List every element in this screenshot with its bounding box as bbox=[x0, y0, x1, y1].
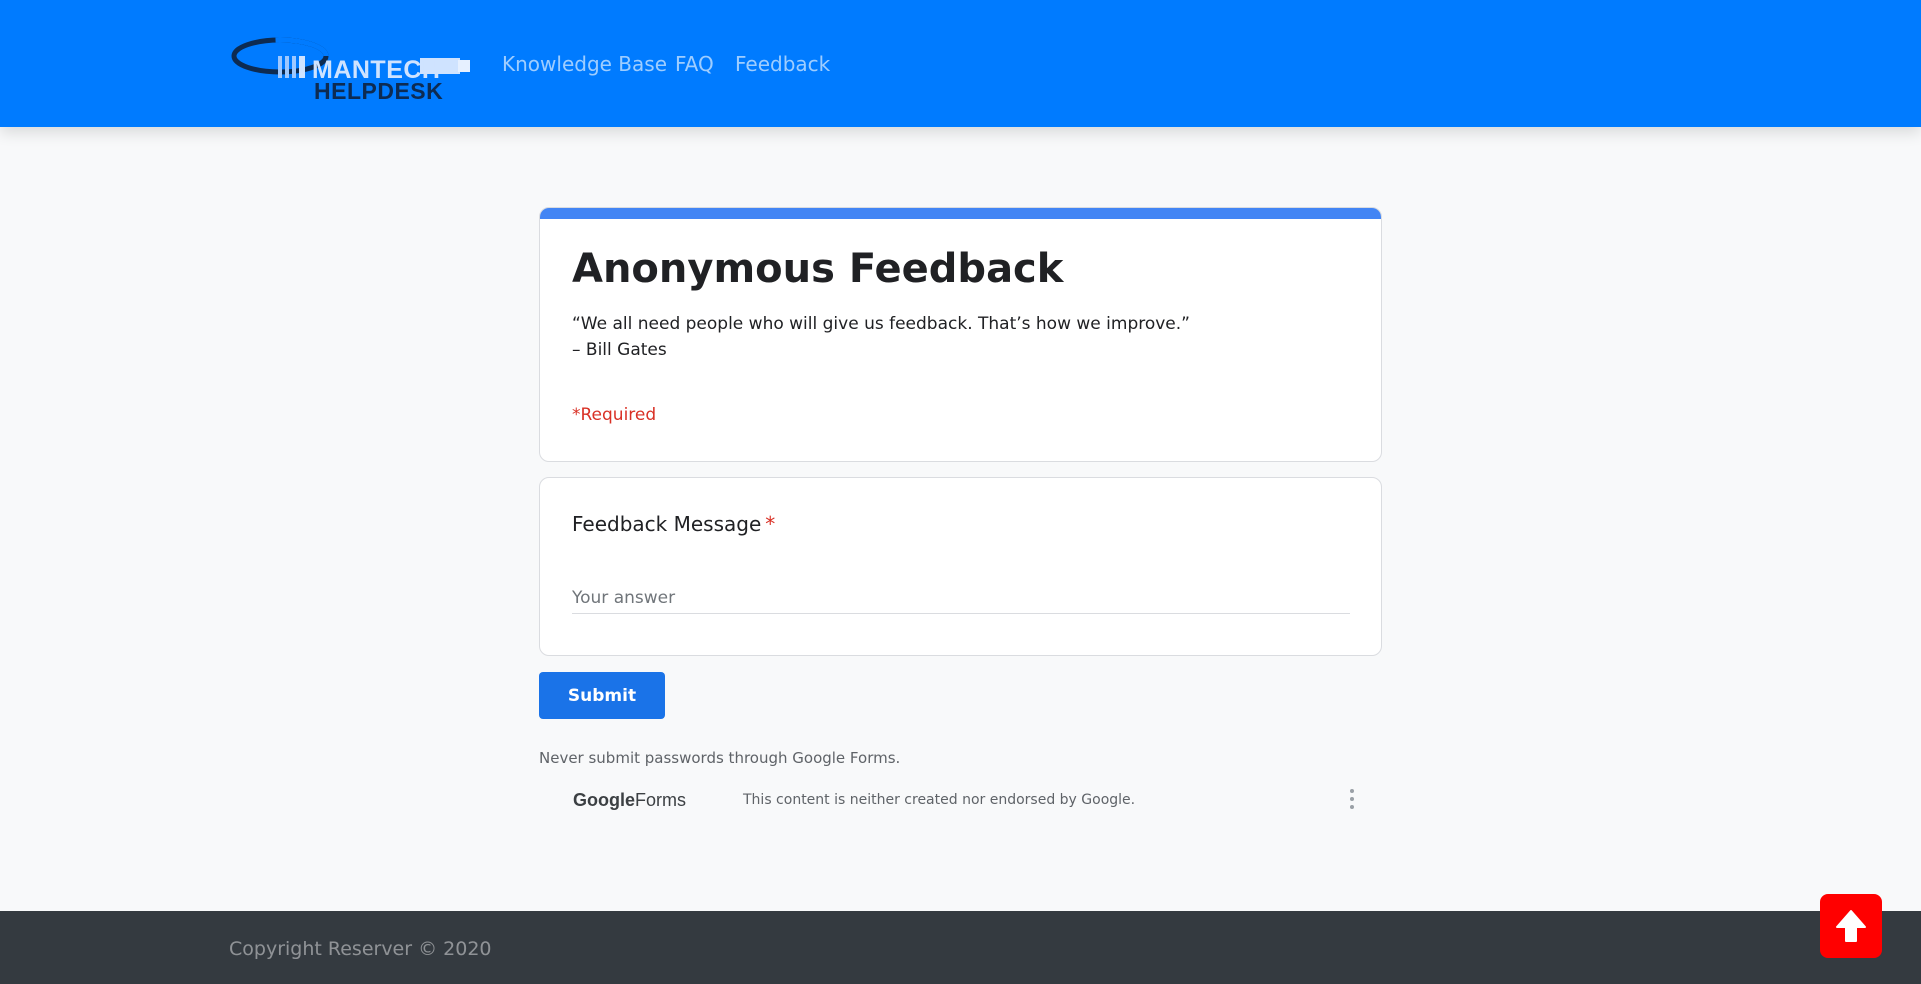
brand-logo-link[interactable]: MANTECH HELPDESK bbox=[230, 28, 472, 104]
password-disclaimer: Never submit passwords through Google Fo… bbox=[539, 749, 901, 767]
form-quote: “We all need people who will give us fee… bbox=[572, 314, 1190, 334]
form-title: Anonymous Feedback bbox=[572, 246, 1064, 292]
required-note: *Required bbox=[572, 405, 657, 425]
form-quote-author: – Bill Gates bbox=[572, 340, 667, 360]
form-description: “We all need people who will give us fee… bbox=[572, 311, 1190, 363]
nav-link-knowledge-base[interactable]: Knowledge Base bbox=[502, 52, 667, 76]
nav-link-feedback[interactable]: Feedback bbox=[735, 52, 830, 76]
arrow-up-icon bbox=[1836, 910, 1866, 942]
feedback-message-input[interactable] bbox=[572, 582, 1350, 614]
question-label: Feedback Message * bbox=[572, 512, 775, 536]
google-forms-bar: GoogleForms This content is neither crea… bbox=[539, 770, 1382, 830]
google-forms-logo[interactable]: GoogleForms bbox=[573, 790, 686, 811]
more-vert-icon[interactable] bbox=[1345, 786, 1359, 812]
submit-button[interactable]: Submit bbox=[539, 672, 665, 719]
nav-link-faq[interactable]: FAQ bbox=[675, 52, 714, 76]
footer-copyright: Copyright Reserver © 2020 bbox=[229, 938, 492, 960]
question-card: Feedback Message * bbox=[539, 477, 1382, 656]
scroll-to-top-button[interactable] bbox=[1820, 894, 1882, 958]
brand-name-bottom: HELPDESK bbox=[314, 78, 444, 104]
google-notice: This content is neither created nor endo… bbox=[743, 792, 1136, 808]
forms-logo-text: Forms bbox=[635, 790, 686, 810]
required-asterisk: * bbox=[765, 512, 776, 536]
form-accent-bar bbox=[540, 208, 1381, 219]
form-header-card: Anonymous Feedback “We all need people w… bbox=[539, 207, 1382, 462]
google-logo-text: Google bbox=[573, 790, 635, 810]
question-label-text: Feedback Message bbox=[572, 512, 762, 536]
footer: Copyright Reserver © 2020 bbox=[0, 911, 1921, 984]
navbar: MANTECH HELPDESK Knowledge Base FAQ Feed… bbox=[0, 0, 1921, 127]
